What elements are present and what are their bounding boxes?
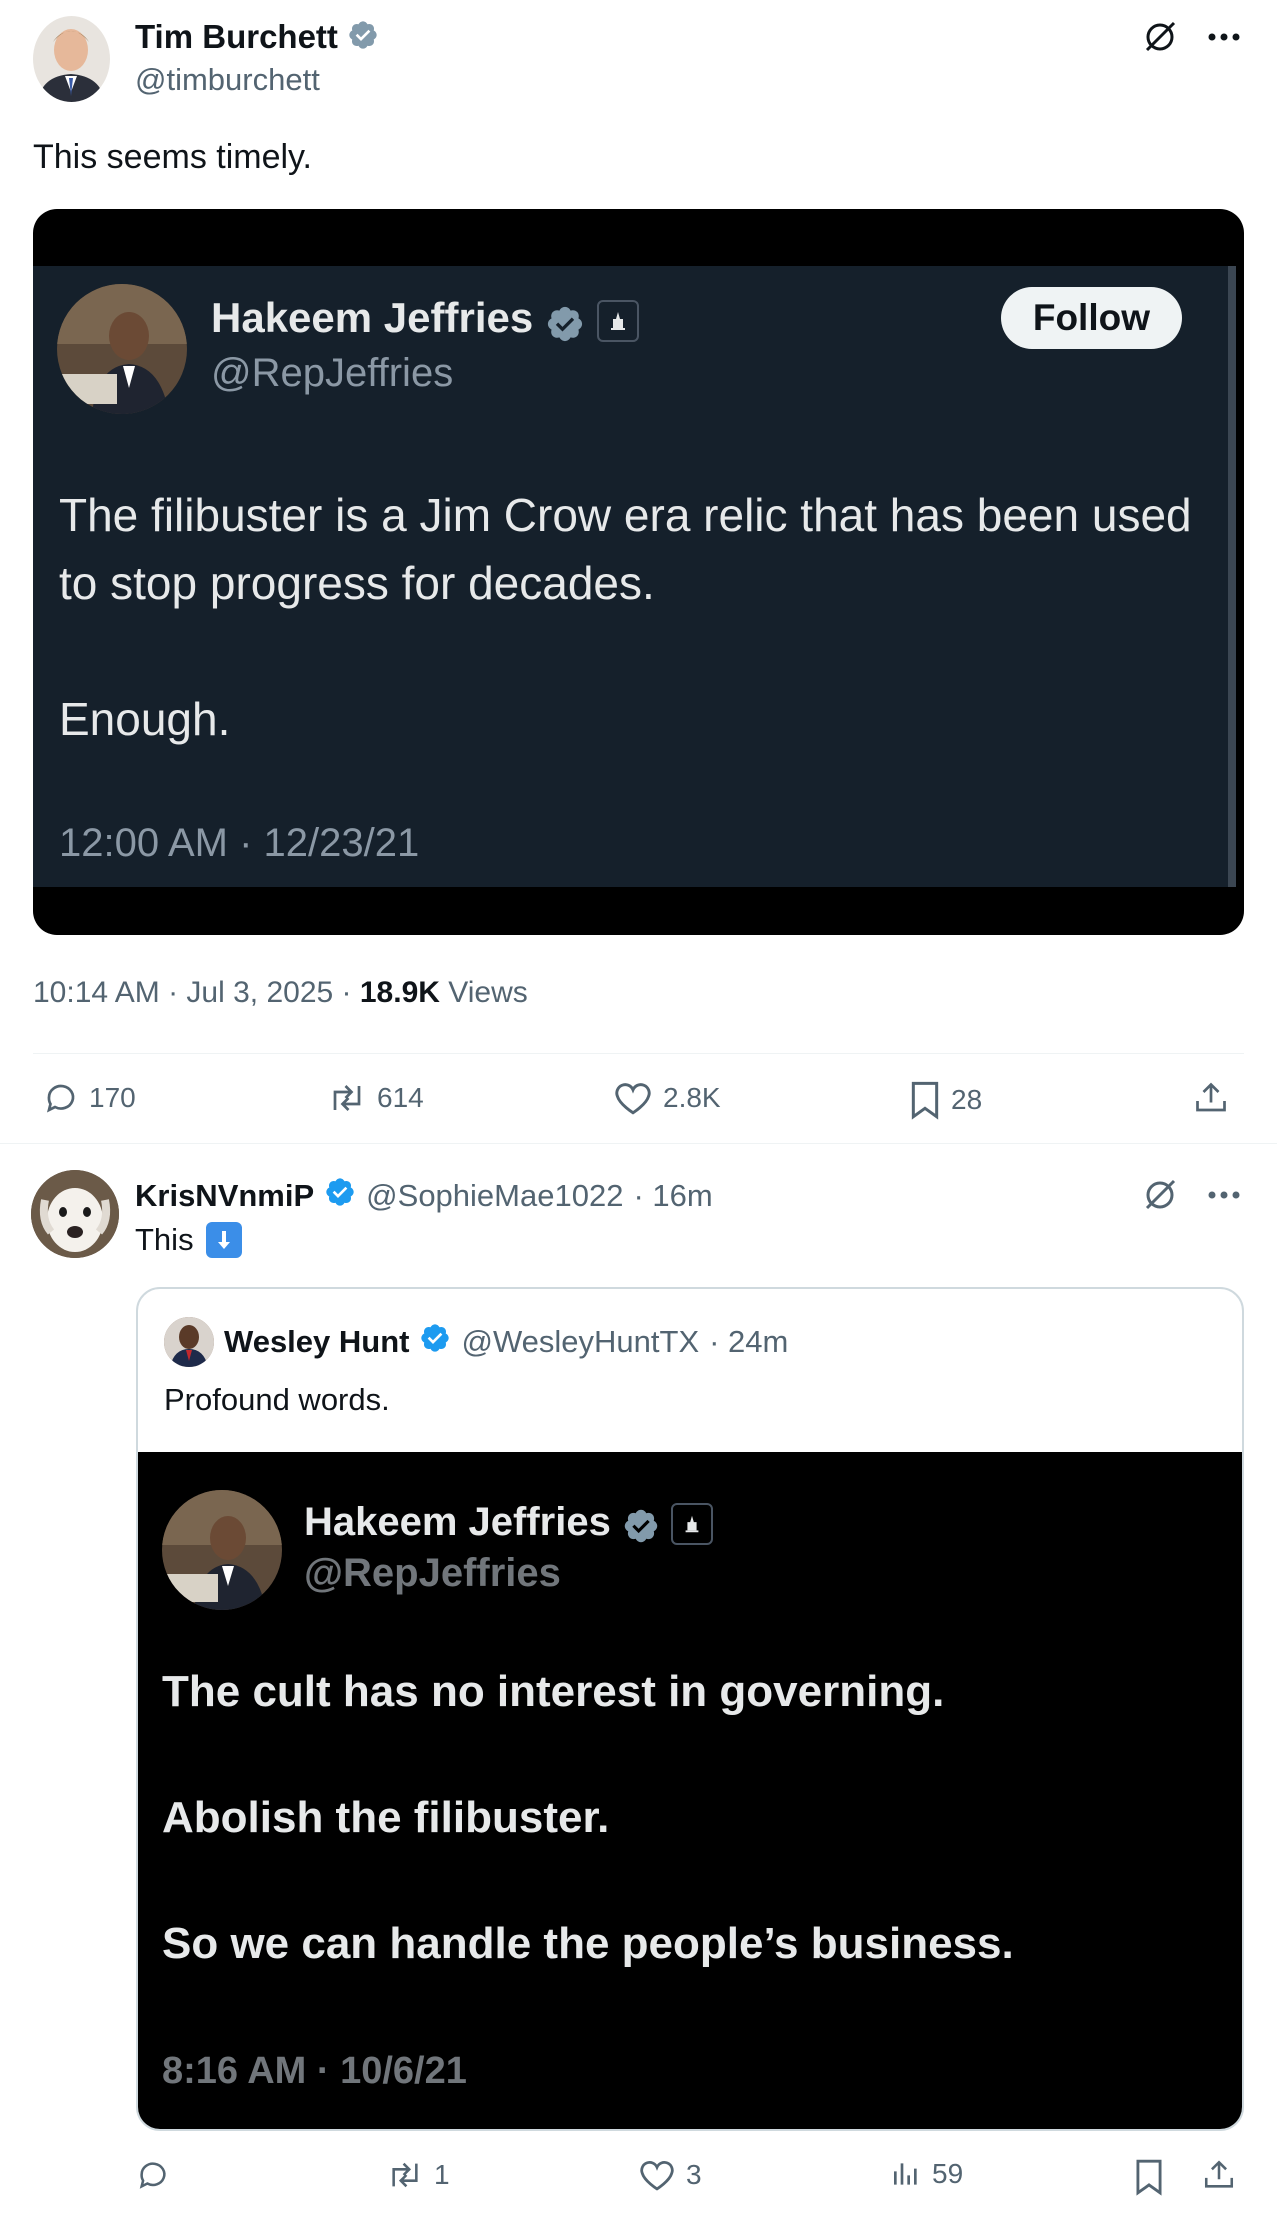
reply-header: KrisNVnmiP @SophieMae1022 · 16m — [135, 1176, 713, 1216]
reply-text-content: This — [135, 1222, 194, 1257]
government-badge-icon — [596, 299, 639, 342]
verified-blue-icon — [419, 1322, 451, 1362]
more-icon[interactable] — [1207, 1190, 1241, 1200]
quote-author-handle: @WesleyHuntTX — [461, 1324, 700, 1359]
reply-text: This — [135, 1222, 242, 1258]
avatar[interactable] — [31, 1170, 119, 1258]
bookmark-icon — [1134, 2158, 1164, 2196]
grok-icon[interactable] — [1141, 1176, 1179, 1214]
tweet-text: This seems timely. — [33, 138, 312, 176]
embedded-tweet-screenshot: Hakeem Jeffries @RepJeffries Follow The … — [33, 266, 1236, 887]
verified-gray-icon — [622, 1502, 660, 1547]
follow-button: Follow — [1000, 287, 1182, 349]
bookmark-icon — [909, 1080, 941, 1120]
tweet-time[interactable]: · 16m — [633, 1178, 712, 1214]
quote-image-avatar — [162, 1490, 282, 1610]
repost-count: 614 — [377, 1082, 424, 1113]
reply-icon — [136, 2158, 170, 2192]
quote-image[interactable]: Hakeem Jeffries @RepJeffries The cult ha… — [138, 1452, 1242, 2129]
embedded-name-text: Hakeem Jeffries — [211, 294, 534, 341]
like-button[interactable]: 3 — [638, 2158, 702, 2192]
quote-time: · 24m — [709, 1324, 789, 1359]
divider — [33, 1053, 1244, 1054]
embedded-tweet-text: The filibuster is a Jim Crow era relic t… — [59, 489, 1192, 745]
avatar[interactable] — [33, 16, 110, 102]
repost-count: 1 — [434, 2159, 450, 2190]
like-count: 2.8K — [663, 1082, 721, 1113]
author-name-text[interactable]: Tim Burchett — [135, 18, 338, 55]
embedded-author-name: Hakeem Jeffries — [211, 294, 639, 345]
share-icon — [1193, 1080, 1229, 1116]
quote-image-author: Hakeem Jeffries — [304, 1500, 714, 1547]
top-actions — [1141, 18, 1241, 56]
embedded-avatar — [57, 284, 187, 414]
quote-image-name-text: Hakeem Jeffries — [304, 1500, 611, 1544]
heart-icon — [638, 2158, 676, 2192]
views-count: 18.9K — [359, 976, 440, 1009]
quote-avatar — [164, 1317, 214, 1367]
bookmark-button[interactable] — [1134, 2158, 1164, 2196]
repost-button[interactable]: 614 — [327, 1080, 424, 1116]
author-name[interactable]: Tim Burchett — [135, 18, 379, 59]
repost-icon — [386, 2158, 424, 2192]
reply-button[interactable] — [136, 2158, 170, 2192]
tweet-actions: 170 614 2.8K 28 — [33, 1080, 1244, 1130]
bookmark-button[interactable]: 28 — [909, 1080, 982, 1120]
quoted-tweet[interactable]: Wesley Hunt @WesleyHuntTX · 24m Profound… — [136, 1287, 1244, 2131]
quote-text: Profound words. — [164, 1382, 390, 1417]
tweet-time[interactable]: 10:14 AM · Jul 3, 2025 · — [33, 976, 360, 1009]
bookmark-count: 28 — [951, 1084, 983, 1115]
author-name[interactable]: KrisNVnmiP — [135, 1178, 314, 1214]
author-handle[interactable]: @SophieMae1022 — [366, 1178, 623, 1214]
reply-actions: 1 3 59 — [136, 2158, 1244, 2208]
quote-image-timestamp: 8:16 AM · 10/6/21 — [162, 2050, 467, 2092]
more-icon[interactable] — [1207, 32, 1241, 42]
reply-top-actions — [1141, 1176, 1241, 1214]
views-label: Views — [439, 976, 528, 1009]
quote-image-handle: @RepJeffries — [304, 1551, 561, 1595]
verified-gray-icon — [347, 19, 379, 59]
share-icon — [1202, 2158, 1236, 2192]
tweet-image[interactable]: Hakeem Jeffries @RepJeffries Follow The … — [33, 209, 1244, 935]
grok-icon[interactable] — [1141, 18, 1179, 56]
government-badge-icon — [671, 1503, 714, 1546]
quote-image-text: The cult has no interest in governing. A… — [162, 1667, 1014, 1968]
verified-gray-icon — [545, 297, 585, 345]
views-count: 59 — [932, 2158, 964, 2189]
repost-button[interactable]: 1 — [386, 2158, 450, 2192]
author-handle[interactable]: @timburchett — [135, 62, 320, 98]
reply-count: 170 — [89, 1082, 136, 1113]
share-button[interactable] — [1193, 1080, 1229, 1116]
quote-header: Wesley Hunt @WesleyHuntTX · 24m — [164, 1317, 788, 1367]
heart-icon — [613, 1080, 653, 1116]
views-button[interactable]: 59 — [890, 2158, 963, 2190]
like-count: 3 — [686, 2159, 702, 2190]
views-chart-icon — [890, 2158, 922, 2190]
like-button[interactable]: 2.8K — [613, 1080, 721, 1116]
embedded-author-handle: @RepJeffries — [211, 351, 454, 395]
divider — [0, 1143, 1277, 1144]
repost-icon — [327, 1080, 367, 1116]
share-button[interactable] — [1202, 2158, 1236, 2192]
tweet-meta: 10:14 AM · Jul 3, 2025 · 18.9K Views — [33, 976, 528, 1010]
reply-icon — [43, 1080, 79, 1116]
down-arrow-emoji-icon — [205, 1222, 242, 1258]
embedded-timestamp: 12:00 AM · 12/23/21 — [59, 821, 420, 865]
verified-blue-icon — [324, 1176, 356, 1216]
quote-author-name: Wesley Hunt — [224, 1324, 410, 1359]
reply-button[interactable]: 170 — [43, 1080, 136, 1116]
